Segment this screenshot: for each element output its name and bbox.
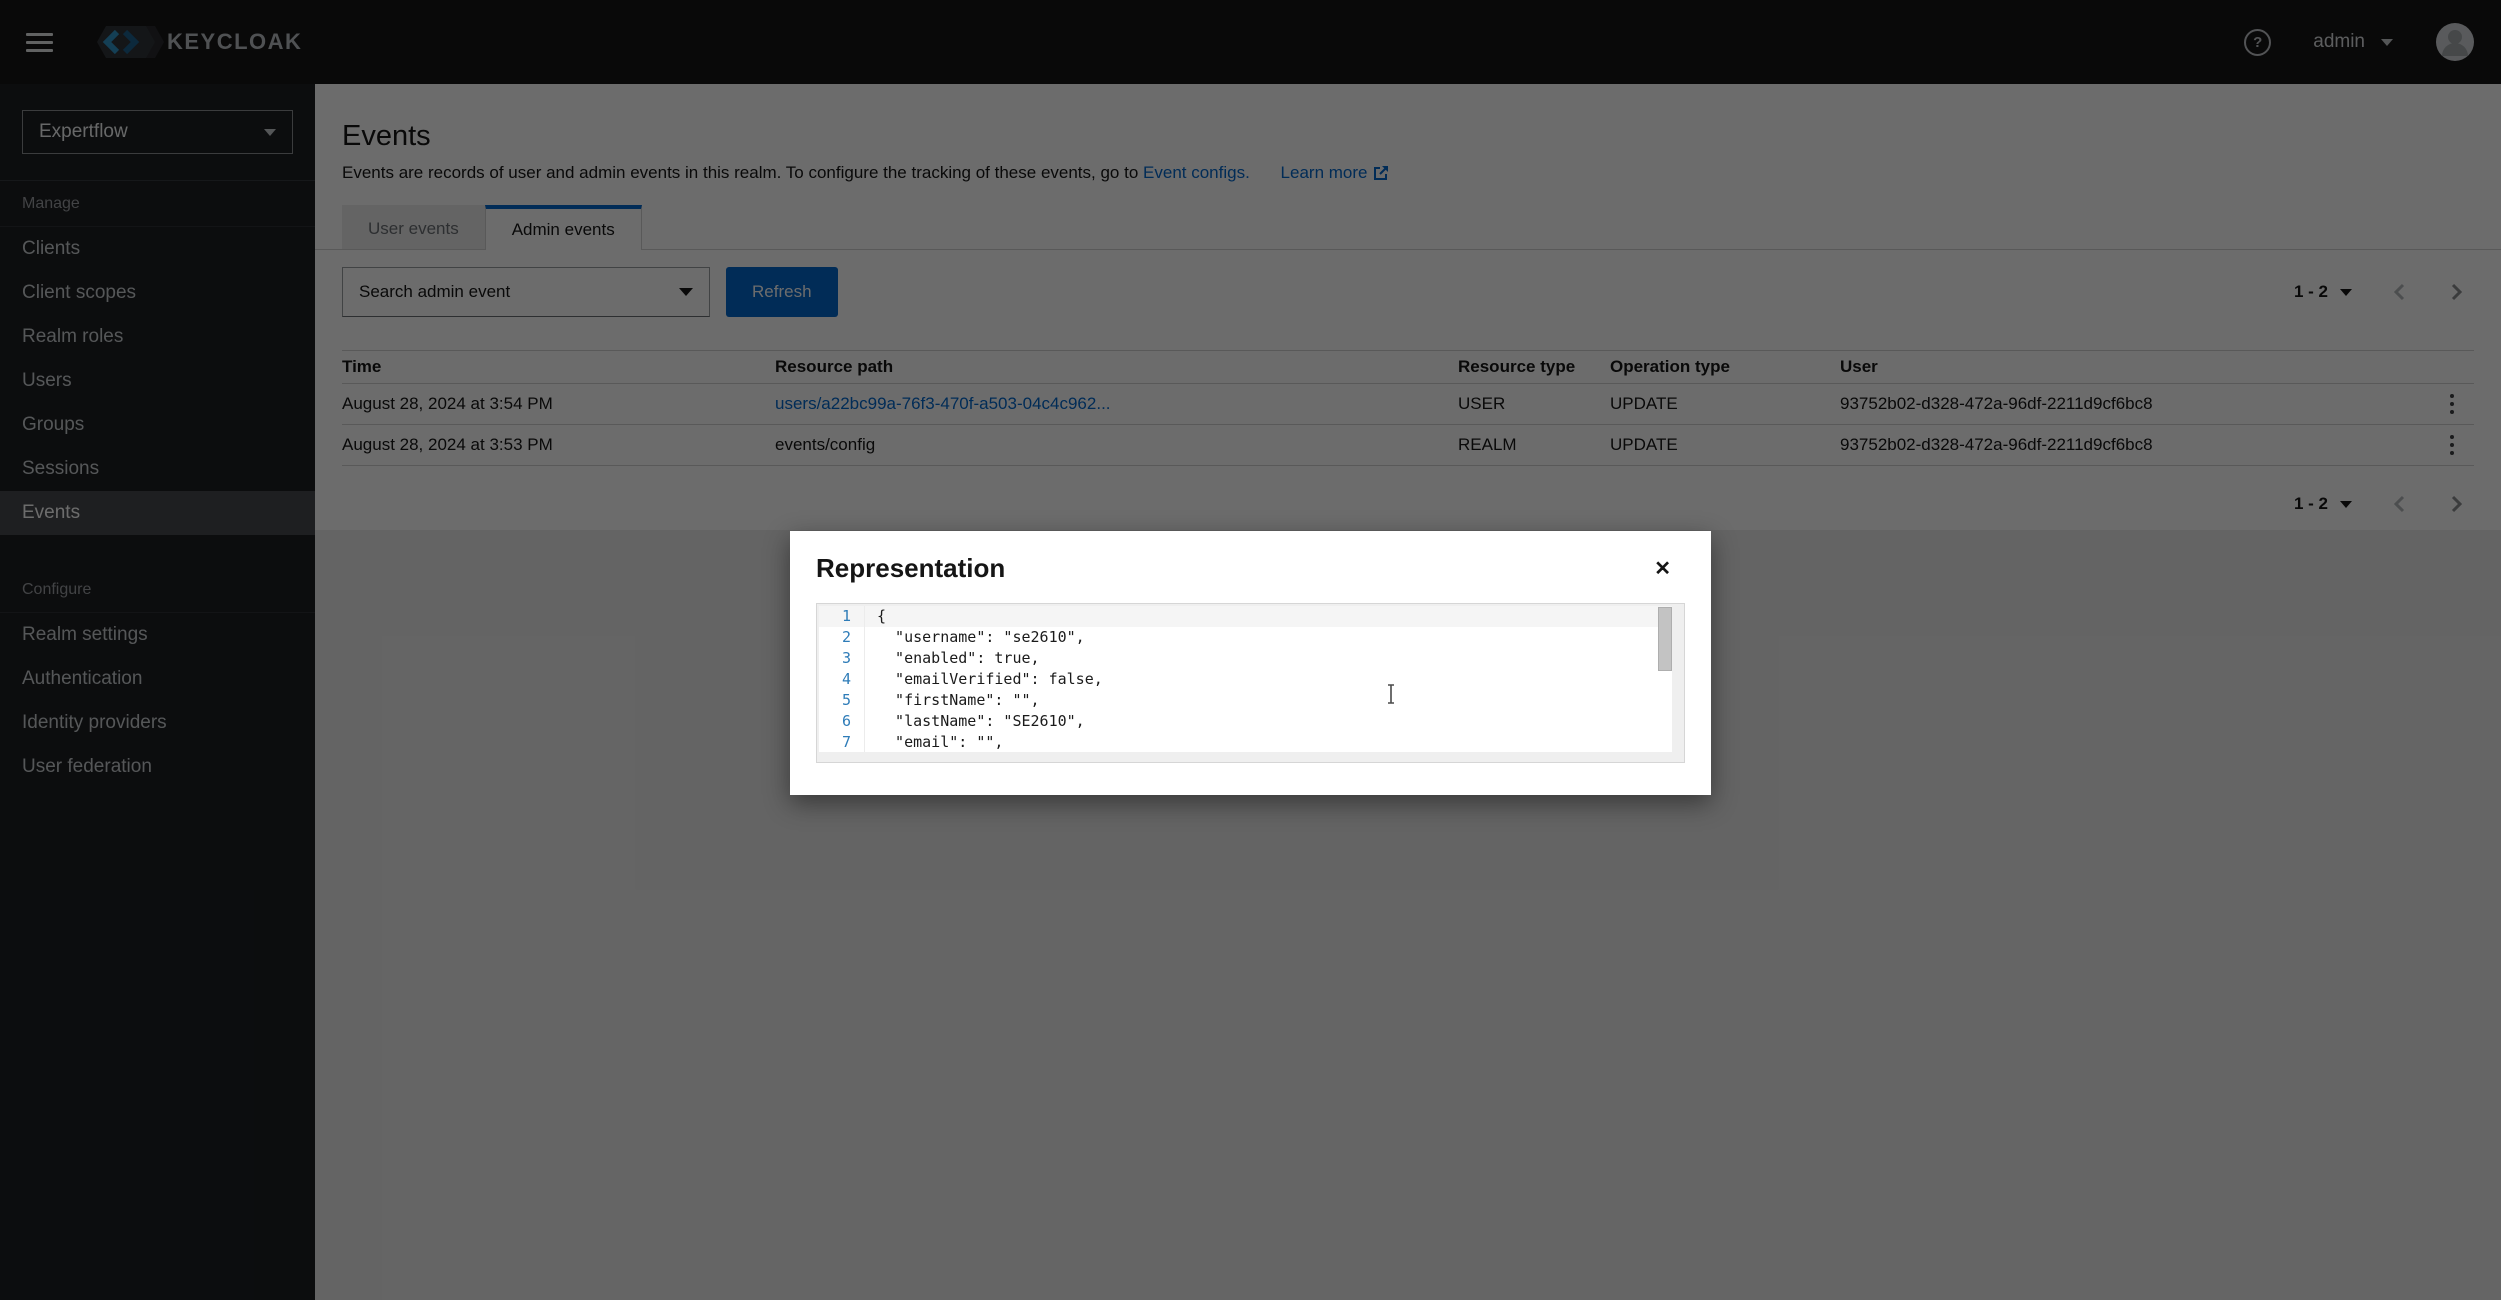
line-number: 5 xyxy=(819,690,865,711)
line-text: "emailVerified": false, xyxy=(865,669,1103,690)
code-line: 3 "enabled": true, xyxy=(819,648,1672,669)
editor-scrollbar-thumb[interactable] xyxy=(1658,607,1672,671)
line-text: "username": "se2610", xyxy=(865,627,1085,648)
code-line: 1 { xyxy=(819,606,1672,627)
line-number: 6 xyxy=(819,711,865,732)
line-number: 4 xyxy=(819,669,865,690)
line-text: "lastName": "SE2610", xyxy=(865,711,1085,732)
line-text: "firstName": "", xyxy=(865,690,1040,711)
line-number: 7 xyxy=(819,732,865,752)
line-text: "enabled": true, xyxy=(865,648,1040,669)
code-line: 2 "username": "se2610", xyxy=(819,627,1672,648)
ibeam-cursor xyxy=(1385,684,1397,704)
code-line: 6 "lastName": "SE2610", xyxy=(819,711,1672,732)
line-number: 2 xyxy=(819,627,865,648)
line-text: "email": "", xyxy=(865,732,1003,752)
line-text: { xyxy=(865,606,886,627)
code-editor[interactable]: 1 { 2 "username": "se2610", 3 "enabled":… xyxy=(816,603,1685,763)
line-number: 1 xyxy=(819,606,865,627)
code-line: 7 "email": "", xyxy=(819,732,1672,752)
close-icon[interactable]: ✕ xyxy=(1648,553,1677,585)
modal-title: Representation xyxy=(816,553,1005,584)
code-line: 5 "firstName": "", xyxy=(819,690,1672,711)
line-number: 3 xyxy=(819,648,865,669)
representation-modal: Representation ✕ 1 { 2 "username": "se26… xyxy=(790,531,1711,795)
code-line: 4 "emailVerified": false, xyxy=(819,669,1672,690)
